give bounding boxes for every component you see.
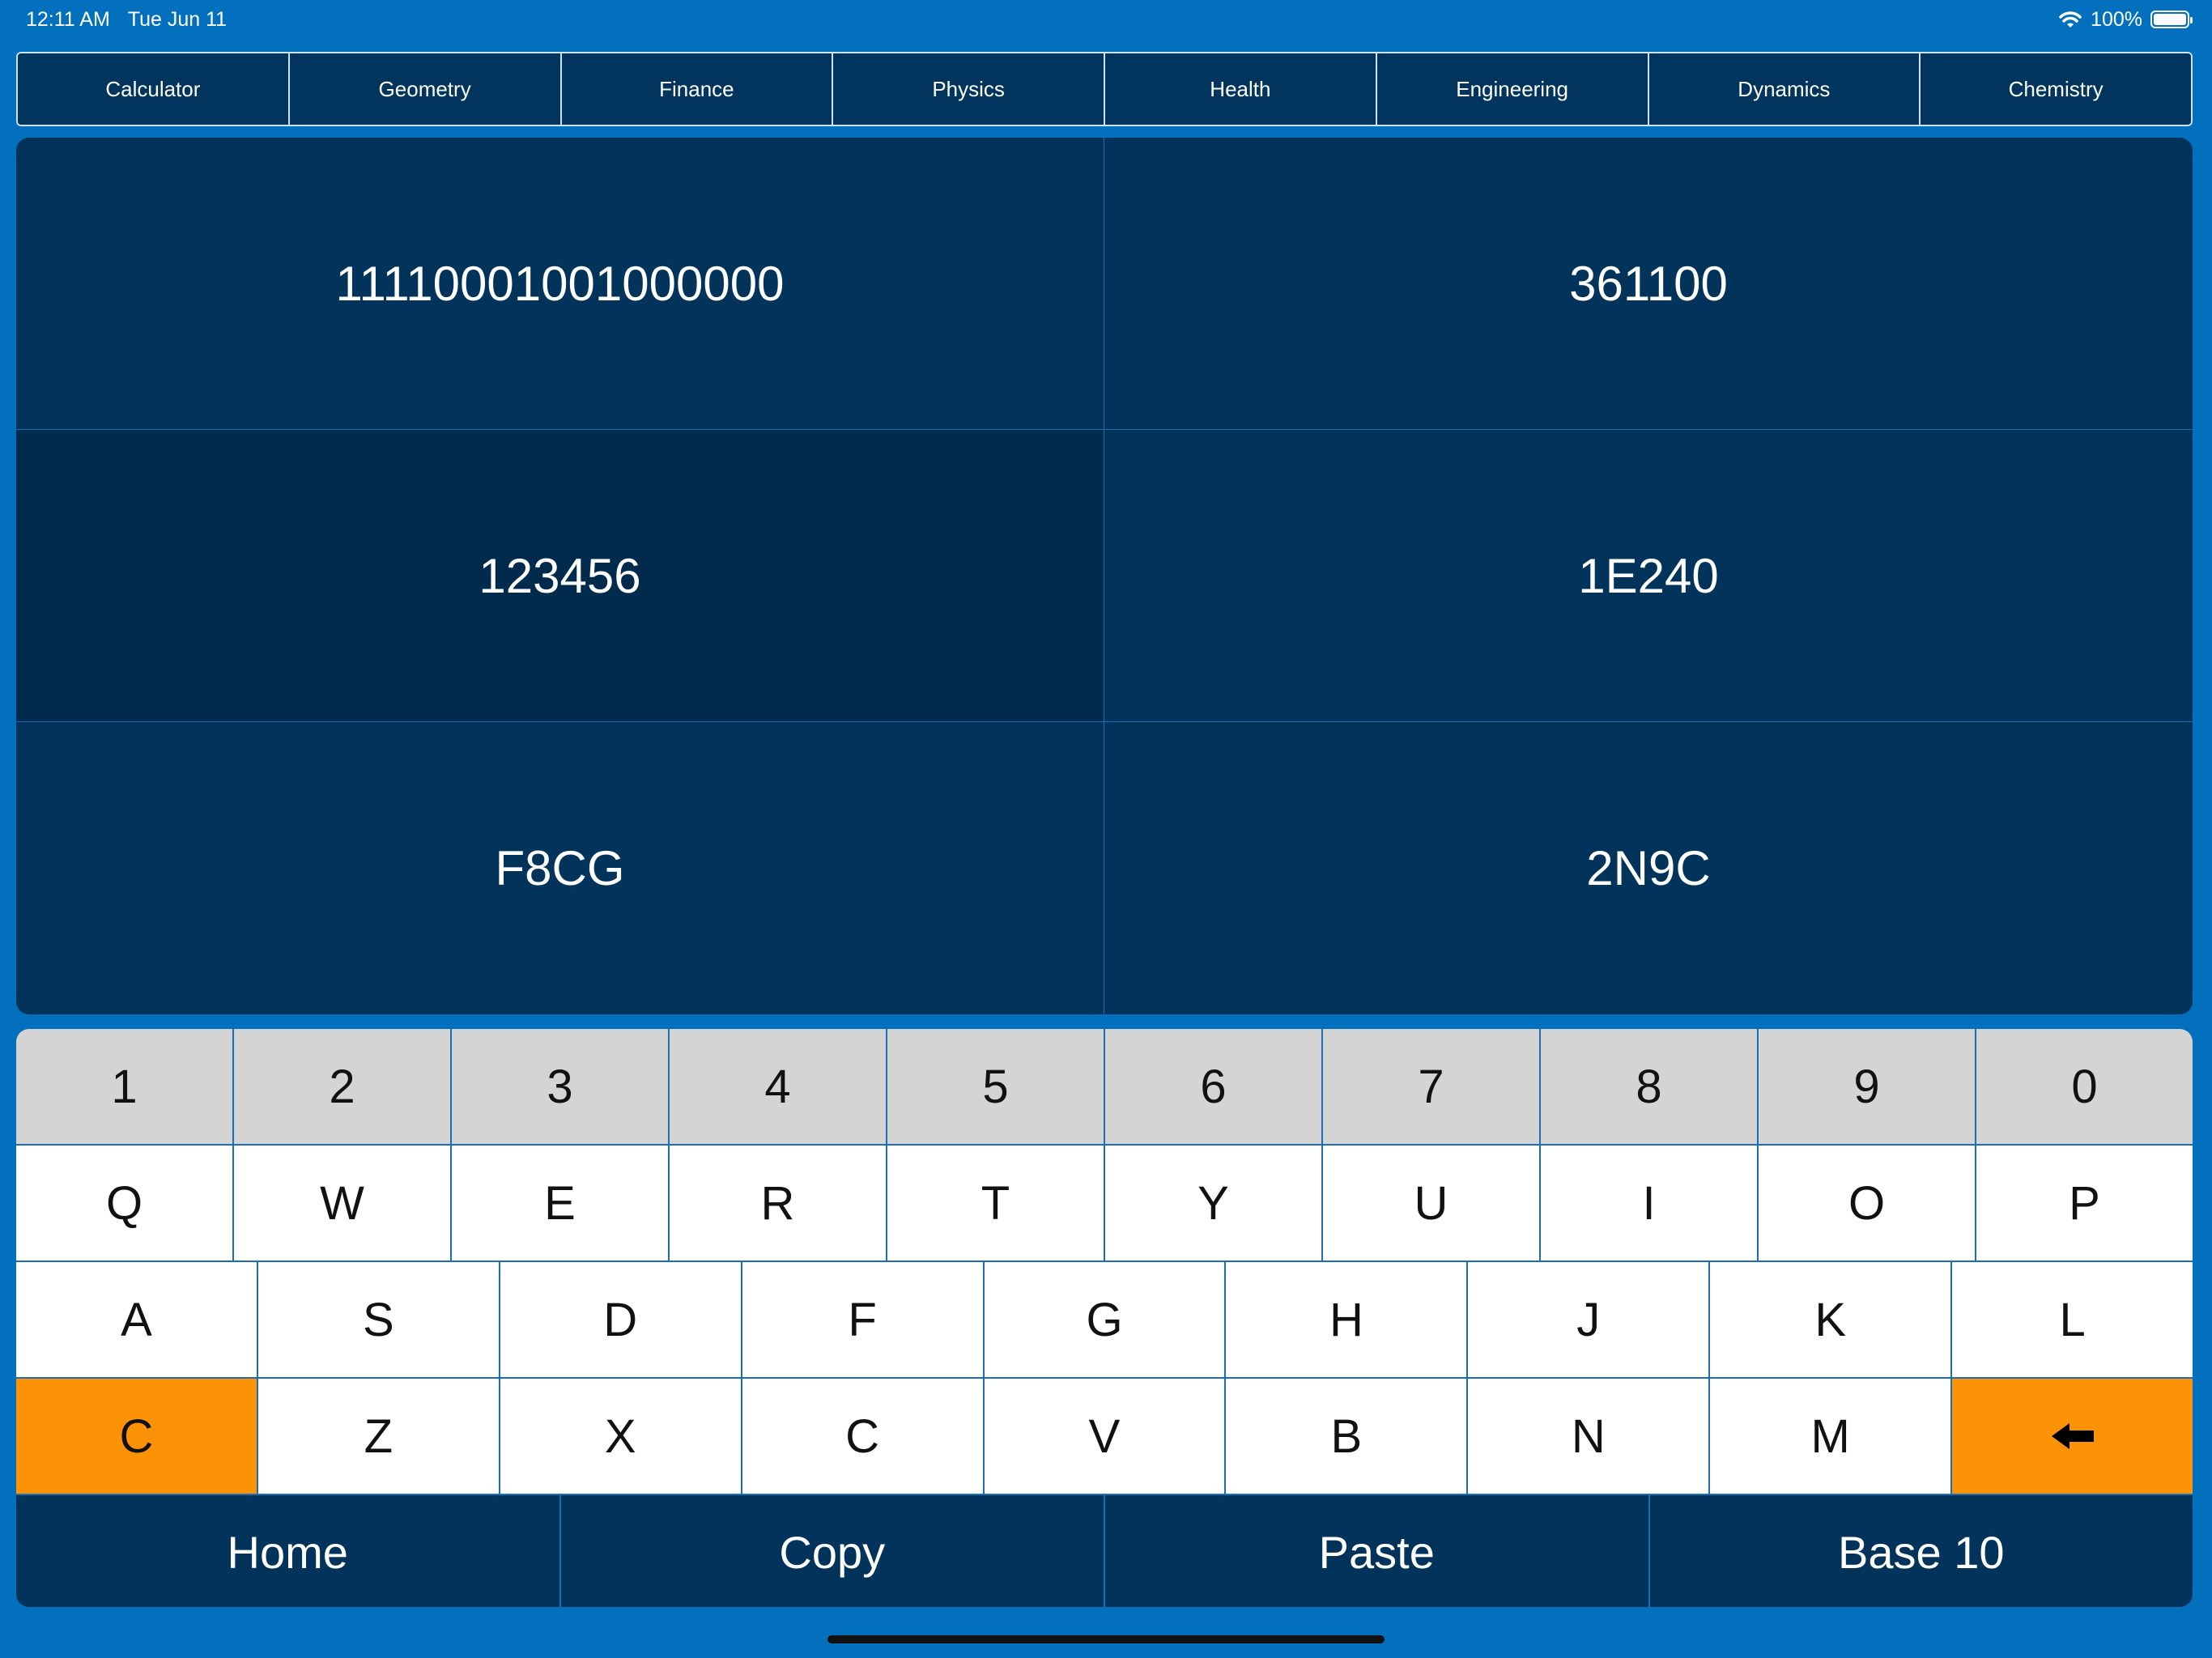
key-l[interactable]: L xyxy=(1952,1262,2193,1377)
key-2[interactable]: 2 xyxy=(234,1029,452,1144)
key-s[interactable]: S xyxy=(257,1262,500,1377)
key-4[interactable]: 4 xyxy=(670,1029,887,1144)
home-button[interactable]: Home xyxy=(16,1495,561,1607)
status-bar-right: 100% xyxy=(2058,6,2193,32)
letter-key-row-1: Q W E R T Y U I O P xyxy=(16,1146,2193,1262)
paste-button[interactable]: Paste xyxy=(1105,1495,1650,1607)
key-0[interactable]: 0 xyxy=(1976,1029,2193,1144)
key-k[interactable]: K xyxy=(1710,1262,1953,1377)
key-x[interactable]: X xyxy=(500,1379,742,1494)
tab-health[interactable]: Health xyxy=(1105,53,1377,125)
backspace-button[interactable] xyxy=(1952,1379,2193,1494)
number-key-row: 1 2 3 4 5 6 7 8 9 0 xyxy=(16,1029,2193,1146)
key-q[interactable]: Q xyxy=(16,1146,234,1261)
key-m[interactable]: M xyxy=(1710,1379,1953,1494)
key-h[interactable]: H xyxy=(1226,1262,1469,1377)
display-cell[interactable]: 1E240 xyxy=(1104,430,2193,722)
key-r[interactable]: R xyxy=(670,1146,887,1261)
base-conversion-display: 11110001001000000 361100 123456 1E240 F8… xyxy=(16,138,2193,1014)
battery-percent: 100% xyxy=(2091,7,2142,31)
base-toggle-button[interactable]: Base 10 xyxy=(1649,1495,2193,1607)
status-bar-left: 12:11 AM Tue Jun 11 xyxy=(26,6,227,32)
key-g[interactable]: G xyxy=(984,1262,1227,1377)
key-j[interactable]: J xyxy=(1468,1262,1711,1377)
status-time: 12:11 AM xyxy=(26,8,110,31)
status-date: Tue Jun 11 xyxy=(127,8,228,31)
display-cell[interactable]: F8CG xyxy=(16,722,1104,1014)
tab-physics[interactable]: Physics xyxy=(833,53,1105,125)
tab-finance[interactable]: Finance xyxy=(561,53,834,125)
key-v[interactable]: V xyxy=(984,1379,1227,1494)
key-c[interactable]: C xyxy=(742,1379,985,1494)
tab-calculator[interactable]: Calculator xyxy=(18,53,290,125)
key-7[interactable]: 7 xyxy=(1323,1029,1541,1144)
key-d[interactable]: D xyxy=(500,1262,742,1377)
key-5[interactable]: 5 xyxy=(887,1029,1105,1144)
key-n[interactable]: N xyxy=(1468,1379,1711,1494)
tab-engineering[interactable]: Engineering xyxy=(1376,53,1649,125)
display-cell[interactable]: 123456 xyxy=(16,430,1104,722)
display-cell[interactable]: 2N9C xyxy=(1104,722,2193,1014)
key-6[interactable]: 6 xyxy=(1105,1029,1323,1144)
display-cell[interactable]: 361100 xyxy=(1104,138,2193,430)
key-9[interactable]: 9 xyxy=(1759,1029,1976,1144)
key-e[interactable]: E xyxy=(452,1146,670,1261)
wifi-icon xyxy=(2059,11,2082,28)
key-3[interactable]: 3 xyxy=(452,1029,670,1144)
tab-geometry[interactable]: Geometry xyxy=(289,53,562,125)
key-z[interactable]: Z xyxy=(257,1379,500,1494)
key-o[interactable]: O xyxy=(1759,1146,1976,1261)
key-i[interactable]: I xyxy=(1541,1146,1759,1261)
copy-button[interactable]: Copy xyxy=(560,1495,1105,1607)
key-y[interactable]: Y xyxy=(1105,1146,1323,1261)
key-w[interactable]: W xyxy=(234,1146,452,1261)
key-u[interactable]: U xyxy=(1323,1146,1541,1261)
action-row: Home Copy Paste Base 10 xyxy=(16,1495,2193,1607)
key-1[interactable]: 1 xyxy=(16,1029,234,1144)
key-f[interactable]: F xyxy=(742,1262,985,1377)
app-root: 12:11 AM Tue Jun 11 100% Calculator Geome… xyxy=(0,0,2212,1658)
letter-key-row-2: A S D F G H J K L xyxy=(16,1262,2193,1379)
home-indicator[interactable] xyxy=(827,1635,1385,1643)
letter-key-row-3: C Z X C V B N M xyxy=(16,1379,2193,1495)
backspace-arrow-icon xyxy=(2051,1423,2094,1449)
key-p[interactable]: P xyxy=(1976,1146,2193,1261)
display-cell[interactable]: 11110001001000000 xyxy=(16,138,1104,430)
category-tab-bar: Calculator Geometry Finance Physics Heal… xyxy=(16,52,2193,126)
clear-button[interactable]: C xyxy=(16,1379,258,1494)
key-b[interactable]: B xyxy=(1226,1379,1469,1494)
key-8[interactable]: 8 xyxy=(1541,1029,1759,1144)
key-t[interactable]: T xyxy=(887,1146,1105,1261)
tab-dynamics[interactable]: Dynamics xyxy=(1648,53,1921,125)
keyboard: 1 2 3 4 5 6 7 8 9 0 Q W E R T Y U I O P … xyxy=(16,1029,2193,1607)
key-a[interactable]: A xyxy=(16,1262,258,1377)
tab-chemistry[interactable]: Chemistry xyxy=(1921,53,2191,125)
battery-icon xyxy=(2150,11,2193,28)
